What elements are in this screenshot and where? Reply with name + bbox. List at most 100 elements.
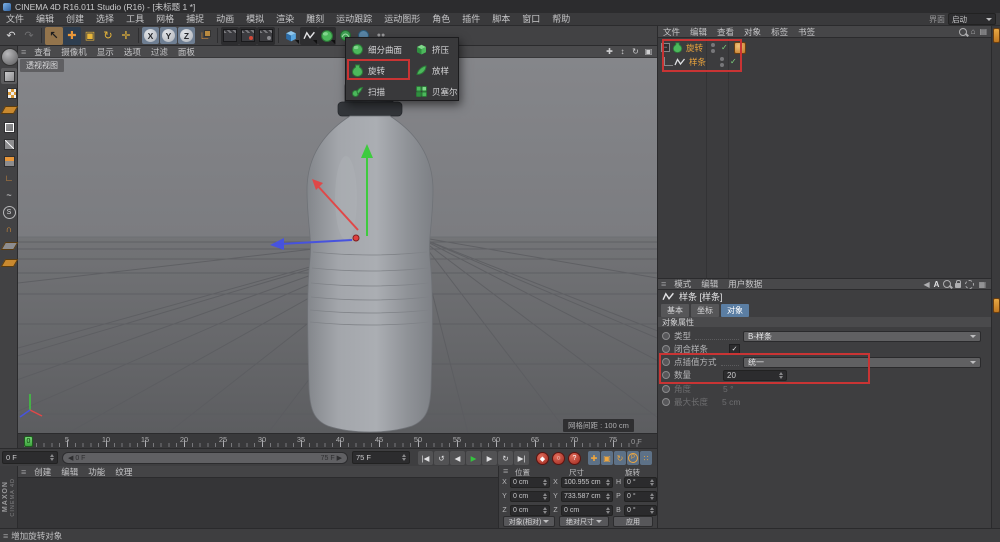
workplane-lock-button[interactable]: [1, 238, 17, 254]
end-frame-input[interactable]: 75 F: [352, 451, 410, 464]
menu-item-subdivision-surface[interactable]: 细分曲面: [347, 39, 411, 60]
panel-layout-icon[interactable]: ▤: [979, 27, 987, 36]
position-y-input[interactable]: 0 cm: [510, 491, 550, 502]
panel-menu-icon[interactable]: ≡: [18, 467, 29, 477]
menu-animate[interactable]: 动画: [210, 13, 240, 26]
menu-snap[interactable]: 捕捉: [180, 13, 210, 26]
tweak-mode-button[interactable]: ~: [1, 187, 17, 203]
tab-object[interactable]: 对象: [721, 304, 749, 317]
timeline-playhead[interactable]: 0: [24, 436, 33, 447]
viewport-tab-perspective[interactable]: 透视视图: [20, 59, 64, 72]
enabled-check-icon[interactable]: ✓: [730, 57, 737, 66]
tab-coordinates[interactable]: 坐标: [691, 304, 719, 317]
texture-mode-button[interactable]: [1, 85, 17, 101]
am-menu-edit[interactable]: 编辑: [696, 278, 723, 290]
render-picture-viewer-button[interactable]: [239, 27, 257, 45]
size-z-input[interactable]: 0 cm: [561, 505, 613, 516]
goto-start-button[interactable]: |◀: [418, 451, 433, 465]
om-menu-objects[interactable]: 对象: [739, 26, 766, 38]
current-frame-input[interactable]: 0 F: [2, 451, 58, 464]
menu-sculpt[interactable]: 雕刻: [300, 13, 330, 26]
lock-x-axis-button[interactable]: X: [142, 27, 159, 44]
search-icon[interactable]: [959, 28, 967, 36]
menu-select[interactable]: 选择: [90, 13, 120, 26]
model-mode-button[interactable]: [1, 68, 17, 84]
om-menu-edit[interactable]: 编辑: [685, 26, 712, 38]
key-position-toggle[interactable]: ✚: [588, 451, 600, 465]
menu-item-loft[interactable]: 放样: [411, 60, 459, 81]
menu-simulate[interactable]: 模拟: [240, 13, 270, 26]
polygons-mode-button[interactable]: [1, 153, 17, 169]
expand-toggle-icon[interactable]: −: [661, 43, 670, 52]
coordinate-system-button[interactable]: ∟: [196, 27, 214, 45]
viewport-menu-options[interactable]: 选项: [119, 46, 146, 58]
key-circle-icon[interactable]: [662, 345, 670, 353]
render-settings-button[interactable]: [257, 27, 275, 45]
am-menu-userdata[interactable]: 用户数据: [723, 278, 767, 290]
om-menu-tags[interactable]: 标签: [766, 26, 793, 38]
key-rotation-toggle[interactable]: ↻: [614, 451, 626, 465]
size-y-input[interactable]: 733.587 cm: [561, 491, 613, 502]
magnet-snap-button[interactable]: ∩: [1, 221, 17, 237]
viewport-menu-view[interactable]: 查看: [29, 46, 56, 58]
om-menu-view[interactable]: 查看: [712, 26, 739, 38]
autokey-button[interactable]: ○: [552, 452, 565, 465]
spline-pen-button[interactable]: [300, 27, 318, 45]
viewport-canvas[interactable]: [18, 58, 657, 433]
play-button[interactable]: ▶: [466, 451, 481, 465]
menu-item-bezier[interactable]: 贝塞尔: [411, 81, 459, 102]
rotate-tool-button[interactable]: ↻: [99, 27, 117, 45]
position-mode-dropdown[interactable]: 对象(相对): [503, 516, 555, 527]
lock-icon[interactable]: [955, 283, 961, 288]
size-x-input[interactable]: 100.955 cm: [561, 477, 613, 488]
menu-plugins[interactable]: 插件: [456, 13, 486, 26]
panel-menu-icon[interactable]: ≡: [658, 279, 669, 289]
object-row-lathe[interactable]: − 旋转 ✓: [658, 41, 991, 54]
goto-end-button[interactable]: ▶|: [514, 451, 529, 465]
menu-item-lathe[interactable]: 旋转: [347, 60, 411, 81]
primitive-cube-button[interactable]: [282, 27, 300, 45]
menu-motion-tracker[interactable]: 运动跟踪: [330, 13, 378, 26]
points-mode-button[interactable]: [1, 119, 17, 135]
key-parameter-toggle[interactable]: P: [627, 451, 639, 465]
visibility-dots-icon[interactable]: [720, 57, 724, 67]
close-spline-checkbox[interactable]: ✓: [729, 344, 740, 355]
position-x-input[interactable]: 0 cm: [510, 477, 550, 488]
position-z-input[interactable]: 0 cm: [510, 505, 550, 516]
phong-tag-icon[interactable]: [734, 42, 746, 54]
toggle-view-icon[interactable]: ▣: [642, 46, 655, 57]
generators-button[interactable]: [318, 27, 336, 45]
count-input[interactable]: 20: [723, 370, 787, 381]
visibility-dots-icon[interactable]: [711, 43, 715, 53]
zoom-view-icon[interactable]: ↕: [616, 46, 629, 57]
key-pla-toggle[interactable]: ∷: [640, 451, 652, 465]
move-tool-button[interactable]: ✚: [63, 27, 81, 45]
menu-mesh[interactable]: 网格: [150, 13, 180, 26]
viewport-menu-cameras[interactable]: 摄像机: [56, 46, 92, 58]
loop-button[interactable]: ↻: [498, 451, 513, 465]
snap-toggle-button[interactable]: S: [1, 204, 17, 220]
pan-view-icon[interactable]: ✚: [603, 46, 616, 57]
viewport-menu-panel[interactable]: 面板: [173, 46, 200, 58]
am-menu-mode[interactable]: 模式: [669, 278, 696, 290]
panel-menu-icon[interactable]: ≡: [18, 47, 29, 57]
om-menu-file[interactable]: 文件: [658, 26, 685, 38]
render-view-button[interactable]: [221, 27, 239, 45]
live-selection-button[interactable]: ↖: [45, 27, 63, 45]
menu-mograph[interactable]: 运动图形: [378, 13, 426, 26]
enabled-check-icon[interactable]: ✓: [721, 43, 728, 52]
panel-layout-icon[interactable]: ▦: [978, 280, 986, 289]
home-icon[interactable]: ⌂: [971, 27, 976, 36]
viewport-menu-filter[interactable]: 过滤: [146, 46, 173, 58]
frame-range-slider[interactable]: ◀ 0 F 75 F ▶: [62, 452, 348, 464]
menu-item-extrude[interactable]: 挤压: [411, 39, 459, 60]
tab-basic[interactable]: 基本: [661, 304, 689, 317]
axis-mode-button[interactable]: ∟: [1, 170, 17, 186]
key-circle-icon[interactable]: [662, 332, 670, 340]
previous-frame-button[interactable]: ◀: [450, 451, 465, 465]
menu-edit[interactable]: 编辑: [30, 13, 60, 26]
keyframe-selection-button[interactable]: ?: [568, 452, 581, 465]
menu-window[interactable]: 窗口: [516, 13, 546, 26]
timeline-ruler[interactable]: 0 5 10 15 20 25 30 35 40 45 50 55 60 65 …: [18, 433, 657, 448]
material-menu-edit[interactable]: 编辑: [56, 466, 83, 478]
